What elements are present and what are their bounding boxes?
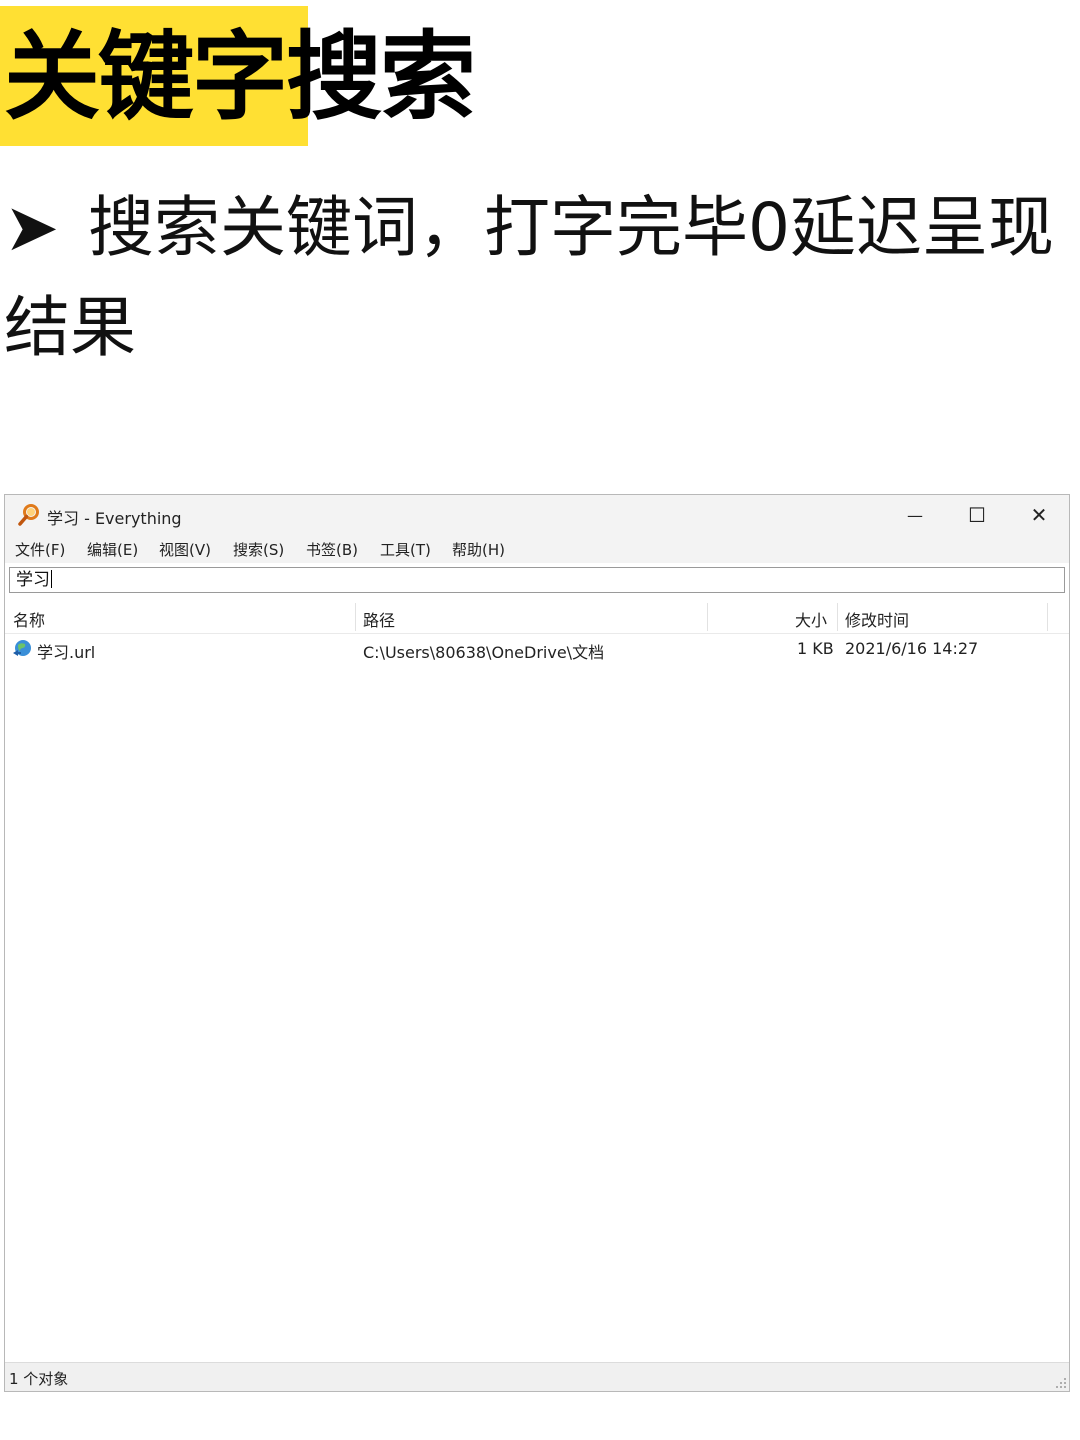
maximize-icon: ☐ bbox=[968, 503, 986, 527]
file-size: 1 KB bbox=[797, 639, 834, 658]
menu-tools[interactable]: 工具(T) bbox=[380, 539, 431, 560]
arrow-icon: ➤ bbox=[4, 189, 60, 266]
bullet-point: ➤ 搜索关键词，打字完毕0延迟呈现结果 bbox=[4, 178, 1076, 378]
everything-window: 学习 - Everything — ☐ ✕ 文件(F) 编辑(E) 视图(V) … bbox=[4, 494, 1070, 1392]
minimize-button[interactable]: — bbox=[885, 495, 945, 535]
menu-file[interactable]: 文件(F) bbox=[15, 539, 65, 560]
close-button[interactable]: ✕ bbox=[1009, 495, 1069, 535]
status-count: 1 个对象 bbox=[9, 1370, 69, 1388]
resize-grip-icon[interactable] bbox=[1055, 1377, 1067, 1389]
file-name: 学习.url bbox=[37, 643, 96, 662]
status-bar: 1 个对象 bbox=[5, 1362, 1069, 1391]
column-header: 名称 路径 大小 修改时间 bbox=[5, 599, 1069, 634]
search-input-value: 学习 bbox=[16, 570, 50, 590]
maximize-button[interactable]: ☐ bbox=[947, 495, 1007, 535]
column-divider[interactable] bbox=[837, 603, 838, 631]
menu-search[interactable]: 搜索(S) bbox=[233, 539, 284, 560]
headline: 关键字搜索 bbox=[4, 21, 476, 133]
column-divider[interactable] bbox=[707, 603, 708, 631]
column-modified[interactable]: 修改时间 bbox=[845, 607, 909, 631]
window-title: 学习 - Everything bbox=[47, 509, 182, 528]
title-bar[interactable]: 学习 - Everything — ☐ ✕ bbox=[5, 495, 1069, 535]
search-input[interactable]: 学习 bbox=[9, 567, 1065, 593]
table-row[interactable]: 学习.url C:\Users\80638\OneDrive\文档 1 KB 2… bbox=[5, 635, 1069, 663]
internet-shortcut-icon bbox=[13, 640, 31, 656]
menu-bar: 文件(F) 编辑(E) 视图(V) 搜索(S) 书签(B) 工具(T) 帮助(H… bbox=[5, 535, 1069, 563]
file-modified: 2021/6/16 14:27 bbox=[845, 639, 979, 658]
menu-bookmarks[interactable]: 书签(B) bbox=[306, 539, 358, 560]
bullet-text: 搜索关键词，打字完毕0延迟呈现结果 bbox=[4, 189, 1054, 366]
column-size[interactable]: 大小 bbox=[795, 607, 827, 631]
menu-help[interactable]: 帮助(H) bbox=[452, 539, 505, 560]
minimize-icon: — bbox=[907, 505, 923, 525]
close-icon: ✕ bbox=[1030, 503, 1048, 527]
column-name[interactable]: 名称 bbox=[13, 607, 45, 631]
column-divider[interactable] bbox=[1047, 603, 1048, 631]
menu-view[interactable]: 视图(V) bbox=[159, 539, 211, 560]
text-caret bbox=[51, 570, 52, 588]
magnifier-icon bbox=[18, 504, 39, 526]
menu-edit[interactable]: 编辑(E) bbox=[87, 539, 138, 560]
file-path: C:\Users\80638\OneDrive\文档 bbox=[363, 643, 605, 662]
column-path[interactable]: 路径 bbox=[363, 607, 395, 631]
column-divider[interactable] bbox=[355, 603, 356, 631]
